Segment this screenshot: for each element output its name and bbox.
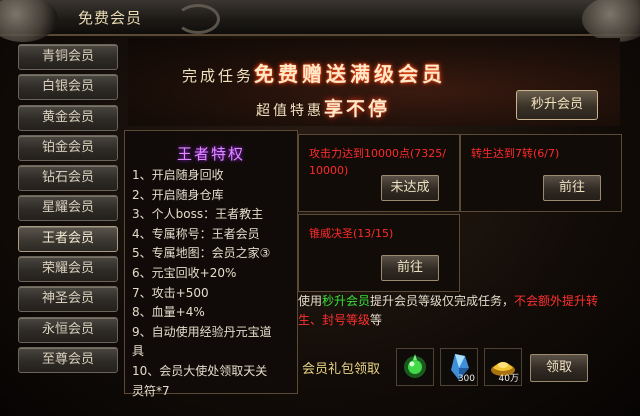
tier-diamond-button[interactable]: 钻石会员 xyxy=(18,165,118,192)
banner-line1-emphasis: 免费赠送满级会员 xyxy=(254,62,447,86)
tier-supreme-button[interactable]: 至尊会员 xyxy=(18,346,118,373)
tier-platinum-button[interactable]: 铂金会员 xyxy=(18,134,118,161)
tier-bronze-button[interactable]: 青铜会员 xyxy=(18,44,118,70)
banner-line2-prefix: 超值特惠 xyxy=(256,103,324,119)
reward-quantity: 300 xyxy=(457,374,475,384)
privilege-item: 10、会员大使处领取天关 xyxy=(132,363,268,378)
tier-silver-button[interactable]: 白银会员 xyxy=(18,74,118,101)
privilege-item: 6、元宝回收+20% xyxy=(132,265,237,280)
tier-king-button[interactable]: 王者会员 xyxy=(18,225,118,252)
tier-gold-button[interactable]: 黄金会员 xyxy=(18,104,118,131)
reward-bar: 会员礼包领取 300 40万 领取 xyxy=(298,340,620,392)
dragon-ornament-icon xyxy=(582,0,640,42)
task-not-achieved-button[interactable]: 未达成 xyxy=(381,175,439,201)
task-goto-button[interactable]: 前往 xyxy=(543,175,601,201)
green-orb-icon xyxy=(404,354,426,378)
notice-text: 使用 xyxy=(298,294,323,308)
reward-label: 会员礼包领取 xyxy=(302,362,381,377)
task-card-title: 锥威决圣(13/15) 前往 xyxy=(298,214,460,292)
privilege-item: 9、自动使用经验丹元宝道 xyxy=(132,324,272,339)
upgrade-notice: 使用秒升会员提升会员等级仅完成任务，不会额外提升转生、封号等级等 xyxy=(298,292,620,332)
tier-eternal-button[interactable]: 永恒会员 xyxy=(18,316,118,343)
window-title: 免费会员 xyxy=(78,9,143,27)
banner-line1-prefix: 完成任务 xyxy=(182,67,255,85)
title-bar[interactable]: 免费会员 xyxy=(0,0,640,42)
privileges-list: 1、开启随身回收 2、开启随身仓库 3、个人boss：王者教主 4、专属称号：王… xyxy=(132,166,296,401)
privilege-item: 灵符*7 xyxy=(132,383,170,398)
privileges-panel: 王者特权 1、开启随身回收 2、开启随身仓库 3、个人boss：王者教主 4、专… xyxy=(124,130,298,398)
privilege-item: 4、专属称号：王者会员 xyxy=(132,226,260,241)
banner-line2-emphasis: 享不停 xyxy=(324,98,391,120)
reward-quantity: 40万 xyxy=(498,374,519,384)
privilege-item: 8、血量+4% xyxy=(132,305,205,320)
task-card-rebirth: 转生达到7转(6/7) 前往 xyxy=(460,134,622,212)
member-panel: 免费会员 青铜会员 白银会员 黄金会员 铂金会员 钻石会员 星耀会员 王者会员 … xyxy=(0,0,640,416)
banner-headline: 完成任务免费赠送满级会员 xyxy=(182,58,446,87)
privileges-title: 王者特权 xyxy=(176,145,245,163)
tier-sacred-button[interactable]: 神圣会员 xyxy=(18,286,118,313)
task-goto-button[interactable]: 前往 xyxy=(381,255,439,281)
task-description: 攻击力达到10000点(7325/10000) xyxy=(309,147,446,177)
privilege-item: 具 xyxy=(132,344,145,359)
promo-banner: 完成任务免费赠送满级会员 超值特惠享不停 秒升会员 xyxy=(128,38,620,126)
notice-highlight-green: 秒升会员 xyxy=(322,294,371,308)
privilege-item: 1、开启随身回收 xyxy=(132,168,224,182)
membership-tier-list: 青铜会员 白银会员 黄金会员 铂金会员 钻石会员 星耀会员 王者会员 荣耀会员 … xyxy=(18,44,122,394)
empty-task-area xyxy=(460,214,620,290)
swirl-ornament-icon xyxy=(176,4,220,34)
privilege-item: 3、个人boss：王者教主 xyxy=(132,207,264,222)
task-description: 转生达到7转(6/7) xyxy=(471,147,560,160)
tier-glory-button[interactable]: 荣耀会员 xyxy=(18,256,118,283)
privilege-item: 2、开启随身仓库 xyxy=(132,187,224,202)
notice-text: 等 xyxy=(370,313,383,327)
task-description: 锥威决圣(13/15) xyxy=(309,227,394,240)
reward-slot[interactable]: 300 xyxy=(440,348,478,386)
notice-text: 提升会员等级仅完成任务， xyxy=(370,294,515,308)
instant-upgrade-button[interactable]: 秒升会员 xyxy=(516,90,598,120)
claim-reward-button[interactable]: 领取 xyxy=(530,354,588,382)
reward-slot[interactable]: 40万 xyxy=(484,348,522,386)
privilege-item: 7、攻击+500 xyxy=(132,285,209,300)
privilege-item: 5、专属地图：会员之家③ xyxy=(132,246,271,261)
banner-subline: 超值特惠享不停 xyxy=(256,94,390,121)
task-card-attack: 攻击力达到10000点(7325/10000) 未达成 xyxy=(298,134,460,212)
reward-slot[interactable] xyxy=(396,348,434,386)
tier-star-button[interactable]: 星耀会员 xyxy=(18,195,118,222)
dragon-ornament-icon xyxy=(0,0,58,42)
